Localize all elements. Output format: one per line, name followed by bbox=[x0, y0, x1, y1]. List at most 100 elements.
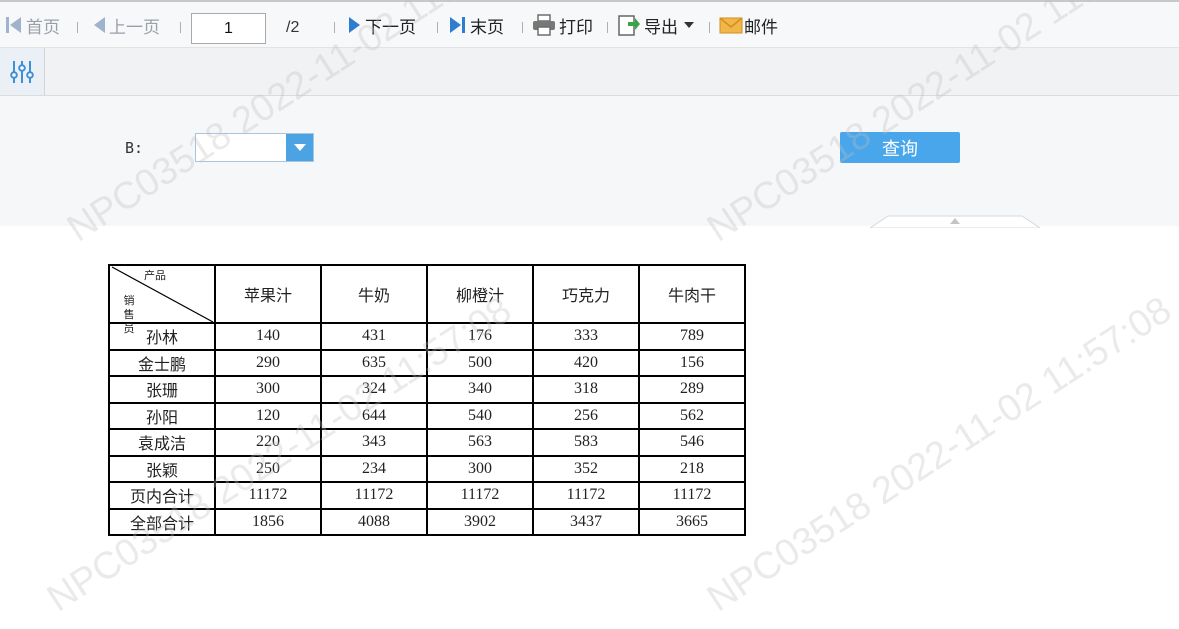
toolbar-divider bbox=[334, 22, 335, 33]
table-cell: 256 bbox=[532, 401, 640, 430]
sales-report-table: 产品 销售员 苹果汁 牛奶 柳橙汁 巧克力 牛肉干 孙林 140 431 176 333… bbox=[108, 264, 746, 536]
table-row: 张珊 300 324 340 318 289 bbox=[108, 375, 746, 404]
table-cell: 340 bbox=[426, 375, 534, 404]
table-cell: 4088 bbox=[320, 507, 428, 536]
parameter-panel-toggle[interactable] bbox=[0, 48, 45, 95]
print-label: 打印 bbox=[559, 17, 593, 38]
page-number-input[interactable] bbox=[191, 13, 266, 44]
table-cell: 431 bbox=[320, 322, 428, 351]
last-page-button[interactable]: 末页 bbox=[449, 11, 504, 39]
first-page-button[interactable]: 首页 bbox=[5, 11, 60, 39]
toolbar-divider bbox=[522, 22, 523, 33]
table-cell: 540 bbox=[426, 401, 534, 430]
parameter-tab-bar bbox=[0, 48, 1179, 96]
table-cell: 1856 bbox=[214, 507, 322, 536]
mail-button[interactable]: 邮件 bbox=[719, 11, 778, 39]
table-cell: 583 bbox=[532, 428, 640, 457]
row-header-cell: 袁成洁 bbox=[108, 428, 216, 457]
table-row: 金士鹏 290 635 500 420 156 bbox=[108, 348, 746, 377]
row-header-cell: 全部合计 bbox=[108, 507, 216, 536]
table-cell: 218 bbox=[638, 454, 746, 483]
row-header-cell: 页内合计 bbox=[108, 481, 216, 510]
chevron-down-icon bbox=[293, 144, 306, 151]
column-header: 柳橙汁 bbox=[426, 264, 534, 324]
table-cell: 289 bbox=[638, 375, 746, 404]
table-cell: 300 bbox=[214, 375, 322, 404]
column-header: 苹果汁 bbox=[214, 264, 322, 324]
corner-product-label: 产品 bbox=[144, 269, 166, 282]
table-cell: 635 bbox=[320, 348, 428, 377]
toolbar-divider bbox=[437, 22, 438, 33]
table-cell: 562 bbox=[638, 401, 746, 430]
table-cell: 546 bbox=[638, 428, 746, 457]
toolbar-divider bbox=[180, 22, 181, 33]
sliders-icon bbox=[10, 60, 34, 84]
first-page-icon bbox=[5, 15, 23, 35]
toolbar-divider bbox=[77, 22, 78, 33]
prev-page-button[interactable]: 上一页 bbox=[92, 11, 160, 39]
param-b-select[interactable] bbox=[195, 133, 314, 162]
table-cell: 563 bbox=[426, 428, 534, 457]
table-cell: 3902 bbox=[426, 507, 534, 536]
table-cell: 324 bbox=[320, 375, 428, 404]
query-button[interactable]: 查询 bbox=[840, 132, 960, 163]
table-cell: 11172 bbox=[532, 481, 640, 510]
next-page-label: 下一页 bbox=[365, 17, 416, 38]
table-cell: 11172 bbox=[638, 481, 746, 510]
table-cell: 3665 bbox=[638, 507, 746, 536]
table-cell: 11172 bbox=[214, 481, 322, 510]
print-button[interactable]: 打印 bbox=[532, 11, 593, 39]
last-page-icon bbox=[449, 15, 467, 35]
table-header-row: 产品 销售员 苹果汁 牛奶 柳橙汁 巧克力 牛肉干 bbox=[108, 264, 746, 335]
table-row: 袁成洁 220 343 563 583 546 bbox=[108, 428, 746, 457]
table-cell: 789 bbox=[638, 322, 746, 351]
next-page-button[interactable]: 下一页 bbox=[348, 11, 416, 39]
last-page-label: 末页 bbox=[470, 17, 504, 38]
table-cell: 318 bbox=[532, 375, 640, 404]
toolbar-divider bbox=[607, 22, 608, 33]
table-cell: 120 bbox=[214, 401, 322, 430]
table-cell: 176 bbox=[426, 322, 534, 351]
export-label: 导出 bbox=[644, 17, 678, 38]
prev-page-label: 上一页 bbox=[109, 17, 160, 38]
row-header-cell: 张珊 bbox=[108, 375, 216, 404]
table-row: 全部合计 1856 4088 3902 3437 3665 bbox=[108, 507, 746, 536]
row-header-cell: 张颖 bbox=[108, 454, 216, 483]
prev-page-icon bbox=[92, 15, 106, 35]
table-row: 孙阳 120 644 540 256 562 bbox=[108, 401, 746, 430]
table-cell: 333 bbox=[532, 322, 640, 351]
table-cell: 500 bbox=[426, 348, 534, 377]
row-header-cell: 金士鹏 bbox=[108, 348, 216, 377]
table-cell: 290 bbox=[214, 348, 322, 377]
table-cell: 156 bbox=[638, 348, 746, 377]
table-cell: 220 bbox=[214, 428, 322, 457]
table-cell: 3437 bbox=[532, 507, 640, 536]
table-row: 页内合计 11172 11172 11172 11172 11172 bbox=[108, 481, 746, 510]
report-toolbar: 首页 上一页 /2 下一页 末页 打印 bbox=[0, 0, 1179, 48]
table-cell: 300 bbox=[426, 454, 534, 483]
chevron-down-icon bbox=[684, 22, 694, 28]
table-row: 孙林 140 431 176 333 789 bbox=[108, 322, 746, 351]
collapse-panel-handle[interactable] bbox=[868, 213, 1042, 229]
printer-icon bbox=[532, 14, 556, 36]
mail-label: 邮件 bbox=[744, 17, 778, 38]
table-cell: 250 bbox=[214, 454, 322, 483]
table-row: 张颖 250 234 300 352 218 bbox=[108, 454, 746, 483]
watermark: NPC03518 2022-11-02 11:57:08 bbox=[700, 288, 1179, 621]
next-page-icon bbox=[348, 15, 362, 35]
table-cell: 140 bbox=[214, 322, 322, 351]
export-button[interactable]: 导出 bbox=[617, 11, 694, 39]
table-cell: 644 bbox=[320, 401, 428, 430]
table-cell: 11172 bbox=[320, 481, 428, 510]
row-header-cell: 孙阳 bbox=[108, 401, 216, 430]
column-header: 牛奶 bbox=[320, 264, 428, 324]
header-corner-cell: 产品 销售员 bbox=[108, 264, 216, 335]
envelope-icon bbox=[719, 15, 743, 35]
column-header: 牛肉干 bbox=[638, 264, 746, 324]
dropdown-button[interactable] bbox=[286, 134, 313, 161]
first-page-label: 首页 bbox=[26, 17, 60, 38]
parameter-panel bbox=[0, 96, 1179, 226]
table-cell: 343 bbox=[320, 428, 428, 457]
param-b-label: B: bbox=[125, 139, 144, 157]
table-cell: 234 bbox=[320, 454, 428, 483]
